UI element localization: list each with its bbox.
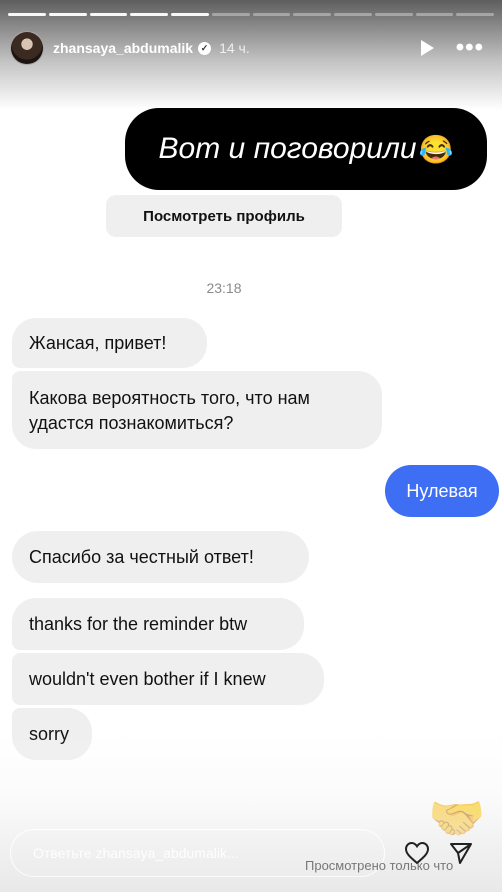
incoming-message: sorry [12, 708, 92, 760]
verified-icon: ✓ [198, 41, 212, 55]
avatar[interactable] [10, 31, 44, 65]
handshake-sticker-icon: 🤝 [428, 792, 486, 844]
story-header: zhansaya_abdumalik ✓ 14 ч. ••• [10, 30, 492, 66]
progress-segment [293, 13, 331, 16]
laughing-emoji-icon: 😂 [418, 133, 454, 165]
outgoing-message: Нулевая [385, 465, 499, 517]
incoming-message: Какова вероятность того, что нам удастся… [12, 371, 382, 449]
story-progress-bar [8, 13, 494, 16]
progress-segment [415, 13, 454, 16]
post-time: 14 ч. [219, 40, 250, 56]
more-icon[interactable]: ••• [456, 36, 484, 60]
progress-segment [8, 13, 46, 16]
view-profile-button: Посмотреть профиль [106, 195, 342, 237]
progress-segment [171, 13, 209, 16]
progress-segment [334, 13, 372, 16]
incoming-message: Жансая, привет! [12, 318, 207, 368]
progress-segment [456, 13, 494, 16]
incoming-message: Спасибо за честный ответ! [12, 531, 309, 583]
incoming-message: thanks for the reminder btw [12, 598, 304, 650]
progress-segment [130, 13, 168, 16]
progress-segment [48, 13, 87, 16]
play-icon[interactable] [420, 40, 434, 56]
seen-status: Просмотрено только что [305, 858, 454, 873]
incoming-message: wouldn't even bother if I knew [12, 653, 324, 705]
progress-segment [89, 13, 128, 16]
progress-segment [374, 13, 413, 16]
progress-segment [211, 13, 250, 16]
sticker-text: Вот и поговорили [158, 132, 417, 165]
progress-segment [252, 13, 291, 16]
message-timestamp: 23:18 [206, 280, 242, 296]
story-viewer[interactable]: Вот и поговорили 😂 Посмотреть профиль 23:… [0, 0, 502, 892]
header-controls: ••• [420, 36, 492, 60]
username[interactable]: zhansaya_abdumalik [53, 40, 193, 56]
text-sticker: Вот и поговорили 😂 [125, 108, 487, 190]
